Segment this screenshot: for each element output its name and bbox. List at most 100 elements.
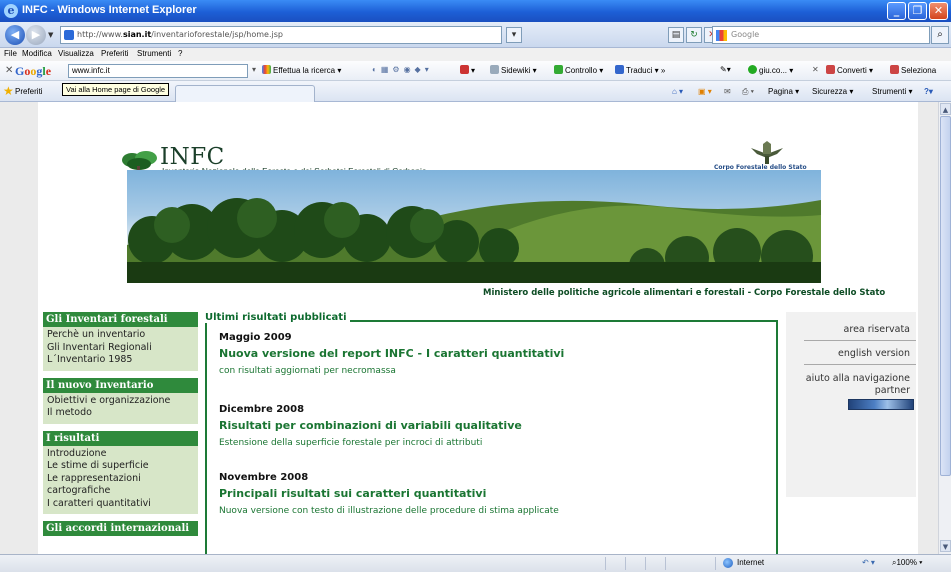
news-panel: Maggio 2009 Nuova versione del report IN… [205, 320, 778, 554]
menu-view[interactable]: Visualizza [58, 49, 94, 58]
news-description: con risultati aggiornati per necromassa [219, 366, 396, 376]
close-addon-icon[interactable]: ✕ [812, 65, 819, 74]
forward-button[interactable]: ▶ [26, 25, 46, 45]
scrollbar-thumb[interactable] [940, 116, 951, 476]
bookmarks-icon[interactable]: ▾ [460, 65, 475, 75]
nav-heading-nuovo-inventario[interactable]: Il nuovo Inventario [43, 377, 198, 393]
news-title-link[interactable]: Risultati per combinazioni di variabili … [219, 419, 522, 432]
google-search-button[interactable]: Effettua la ricerca ▾ [262, 65, 341, 75]
history-dropdown-icon[interactable]: ▼ [48, 31, 53, 39]
scroll-up-icon[interactable]: ▲ [940, 103, 951, 115]
nav-item-metodo[interactable]: Il metodo [47, 407, 198, 420]
home-icon[interactable]: ⌂ ▾ [672, 87, 683, 96]
nav-item-cartografiche[interactable]: cartografiche [47, 485, 198, 498]
google-toolbar: ✕ Google www.infc.it ▾ Effettua la ricer… [0, 61, 951, 81]
print-icon[interactable]: ⎙ ▾ [742, 87, 754, 97]
nav-item-perche-inventario[interactable]: Perchè un inventario [47, 329, 198, 342]
google-search-input[interactable]: www.infc.it [68, 64, 248, 78]
zoom-level: 100% [896, 558, 917, 567]
nav-heading-accordi[interactable]: Gli accordi internazionali [43, 521, 198, 536]
nav-group-nuovo-inventario: Obiettivi e organizzazione Il metodo [43, 392, 198, 424]
nav-item-caratteri-quantitativi[interactable]: I caratteri quantitativi [47, 498, 198, 511]
scroll-down-icon[interactable]: ▼ [940, 540, 951, 552]
menu-file[interactable]: File [4, 49, 17, 58]
divider [804, 364, 916, 365]
news-date: Maggio 2009 [219, 332, 292, 343]
browser-tab[interactable] [175, 85, 315, 102]
select-button[interactable]: Seleziona [890, 65, 936, 75]
google-search-dropdown-icon[interactable]: ▾ [252, 65, 256, 74]
bookmark-icon [460, 65, 469, 74]
nav-item-rappresentazioni[interactable]: Le rappresentazioni [47, 473, 198, 486]
internet-zone-icon [723, 558, 733, 568]
status-segment [605, 557, 625, 570]
zoom-control[interactable]: ⌕100% ▾ [892, 558, 923, 568]
menu-bar: File Modifica Visualizza Preferiti Strum… [0, 48, 951, 61]
back-button[interactable]: ◀ [5, 25, 25, 45]
news-date: Novembre 2008 [219, 472, 309, 483]
protected-mode-icon[interactable]: ↶ ▾ [862, 558, 875, 567]
menu-favorites[interactable]: Preferiti [101, 49, 129, 58]
nav-item-stime-superficie[interactable]: Le stime di superficie [47, 460, 198, 473]
menu-edit[interactable]: Modifica [22, 49, 52, 58]
corpo-forestale-emblem-icon [751, 141, 783, 164]
help-icon[interactable]: ?▾ [924, 87, 933, 96]
address-input[interactable]: http://www.sian.it/inventarioforestale/j… [60, 26, 502, 44]
search-go-icon[interactable]: ⌕ [931, 26, 949, 44]
google-search-icon [716, 30, 727, 41]
mail-icon[interactable]: ✉ [724, 87, 731, 96]
page-menu-button[interactable]: Pagina ▾ [768, 87, 799, 96]
maximize-button[interactable]: ❐ [908, 2, 927, 20]
sidewiki-button[interactable]: Sidewiki ▾ [490, 65, 537, 75]
nav-item-inventari-regionali[interactable]: Gli Inventari Regionali [47, 342, 198, 355]
news-title-link[interactable]: Principali risultati sui caratteri quant… [219, 487, 559, 500]
close-toolbar-icon[interactable]: ✕ [5, 65, 13, 76]
google-logo: Google [15, 64, 51, 79]
account-label: giu.co... [759, 66, 788, 75]
address-dropdown-icon[interactable]: ▾ [506, 27, 522, 43]
spellcheck-button[interactable]: Controllo ▾ [554, 65, 603, 75]
sidewiki-icon [490, 65, 499, 74]
vertical-scrollbar[interactable]: ▲ ▼ [938, 102, 951, 554]
page-icon [64, 30, 74, 40]
toolbar-icons-group[interactable]: ◐▦⚙◉◆▾ [372, 65, 433, 74]
news-date: Dicembre 2008 [219, 404, 305, 415]
english-version-link[interactable]: english version [838, 348, 910, 359]
url-host: sian.it [122, 30, 152, 39]
google-search-button-label: Effettua la ricerca [273, 66, 336, 75]
convert-icon [826, 65, 835, 74]
status-segment [715, 557, 845, 570]
nav-item-obiettivi[interactable]: Obiettivi e organizzazione [47, 395, 198, 408]
ie-logo-icon: e [4, 4, 18, 18]
favorites-label[interactable]: Preferiti [15, 87, 43, 96]
security-menu-button[interactable]: Sicurezza ▾ [812, 87, 853, 96]
nav-heading-inventari[interactable]: Gli Inventari forestali [43, 312, 198, 327]
compatibility-view-icon[interactable]: ▤ [668, 27, 684, 43]
account-button[interactable]: giu.co... ▾ [748, 65, 793, 75]
navigation-help-link[interactable]: aiuto alla navigazione [806, 373, 910, 384]
translate-button[interactable]: Traduci ▾ » [615, 65, 665, 75]
window-title: INFC - Windows Internet Explorer [22, 4, 197, 16]
nav-item-inventario-1985[interactable]: L´Inventario 1985 [47, 354, 198, 367]
left-navigation: Gli Inventari forestali Perchè un invent… [43, 312, 198, 536]
reserved-area-link[interactable]: area riservata [844, 324, 910, 335]
convert-button[interactable]: Converti ▾ [826, 65, 873, 75]
partner-banner-image[interactable] [848, 399, 914, 410]
news-item: Maggio 2009 Nuova versione del report IN… [219, 332, 564, 376]
nav-group-risultati: Introduzione Le stime di superficie Le r… [43, 445, 198, 514]
nav-heading-risultati[interactable]: I risultati [43, 430, 198, 446]
minimize-button[interactable]: _ [887, 2, 906, 20]
news-title-link[interactable]: Nuova versione del report INFC - I carat… [219, 347, 564, 360]
favorites-star-icon[interactable]: ★ [3, 84, 14, 98]
search-input[interactable]: Google [712, 26, 930, 44]
search-placeholder: Google [731, 30, 760, 39]
close-button[interactable]: ✕ [929, 2, 948, 20]
nav-item-introduzione[interactable]: Introduzione [47, 448, 198, 461]
refresh-icon[interactable]: ↻ [686, 27, 702, 43]
menu-help[interactable]: ? [178, 49, 182, 58]
feeds-icon[interactable]: ▣ ▾ [698, 87, 712, 96]
select-icon [890, 65, 899, 74]
menu-tools[interactable]: Strumenti [137, 49, 171, 58]
tools-menu-button[interactable]: Strumenti ▾ [872, 87, 912, 96]
wrench-icon[interactable]: ✎▾ [720, 65, 731, 74]
